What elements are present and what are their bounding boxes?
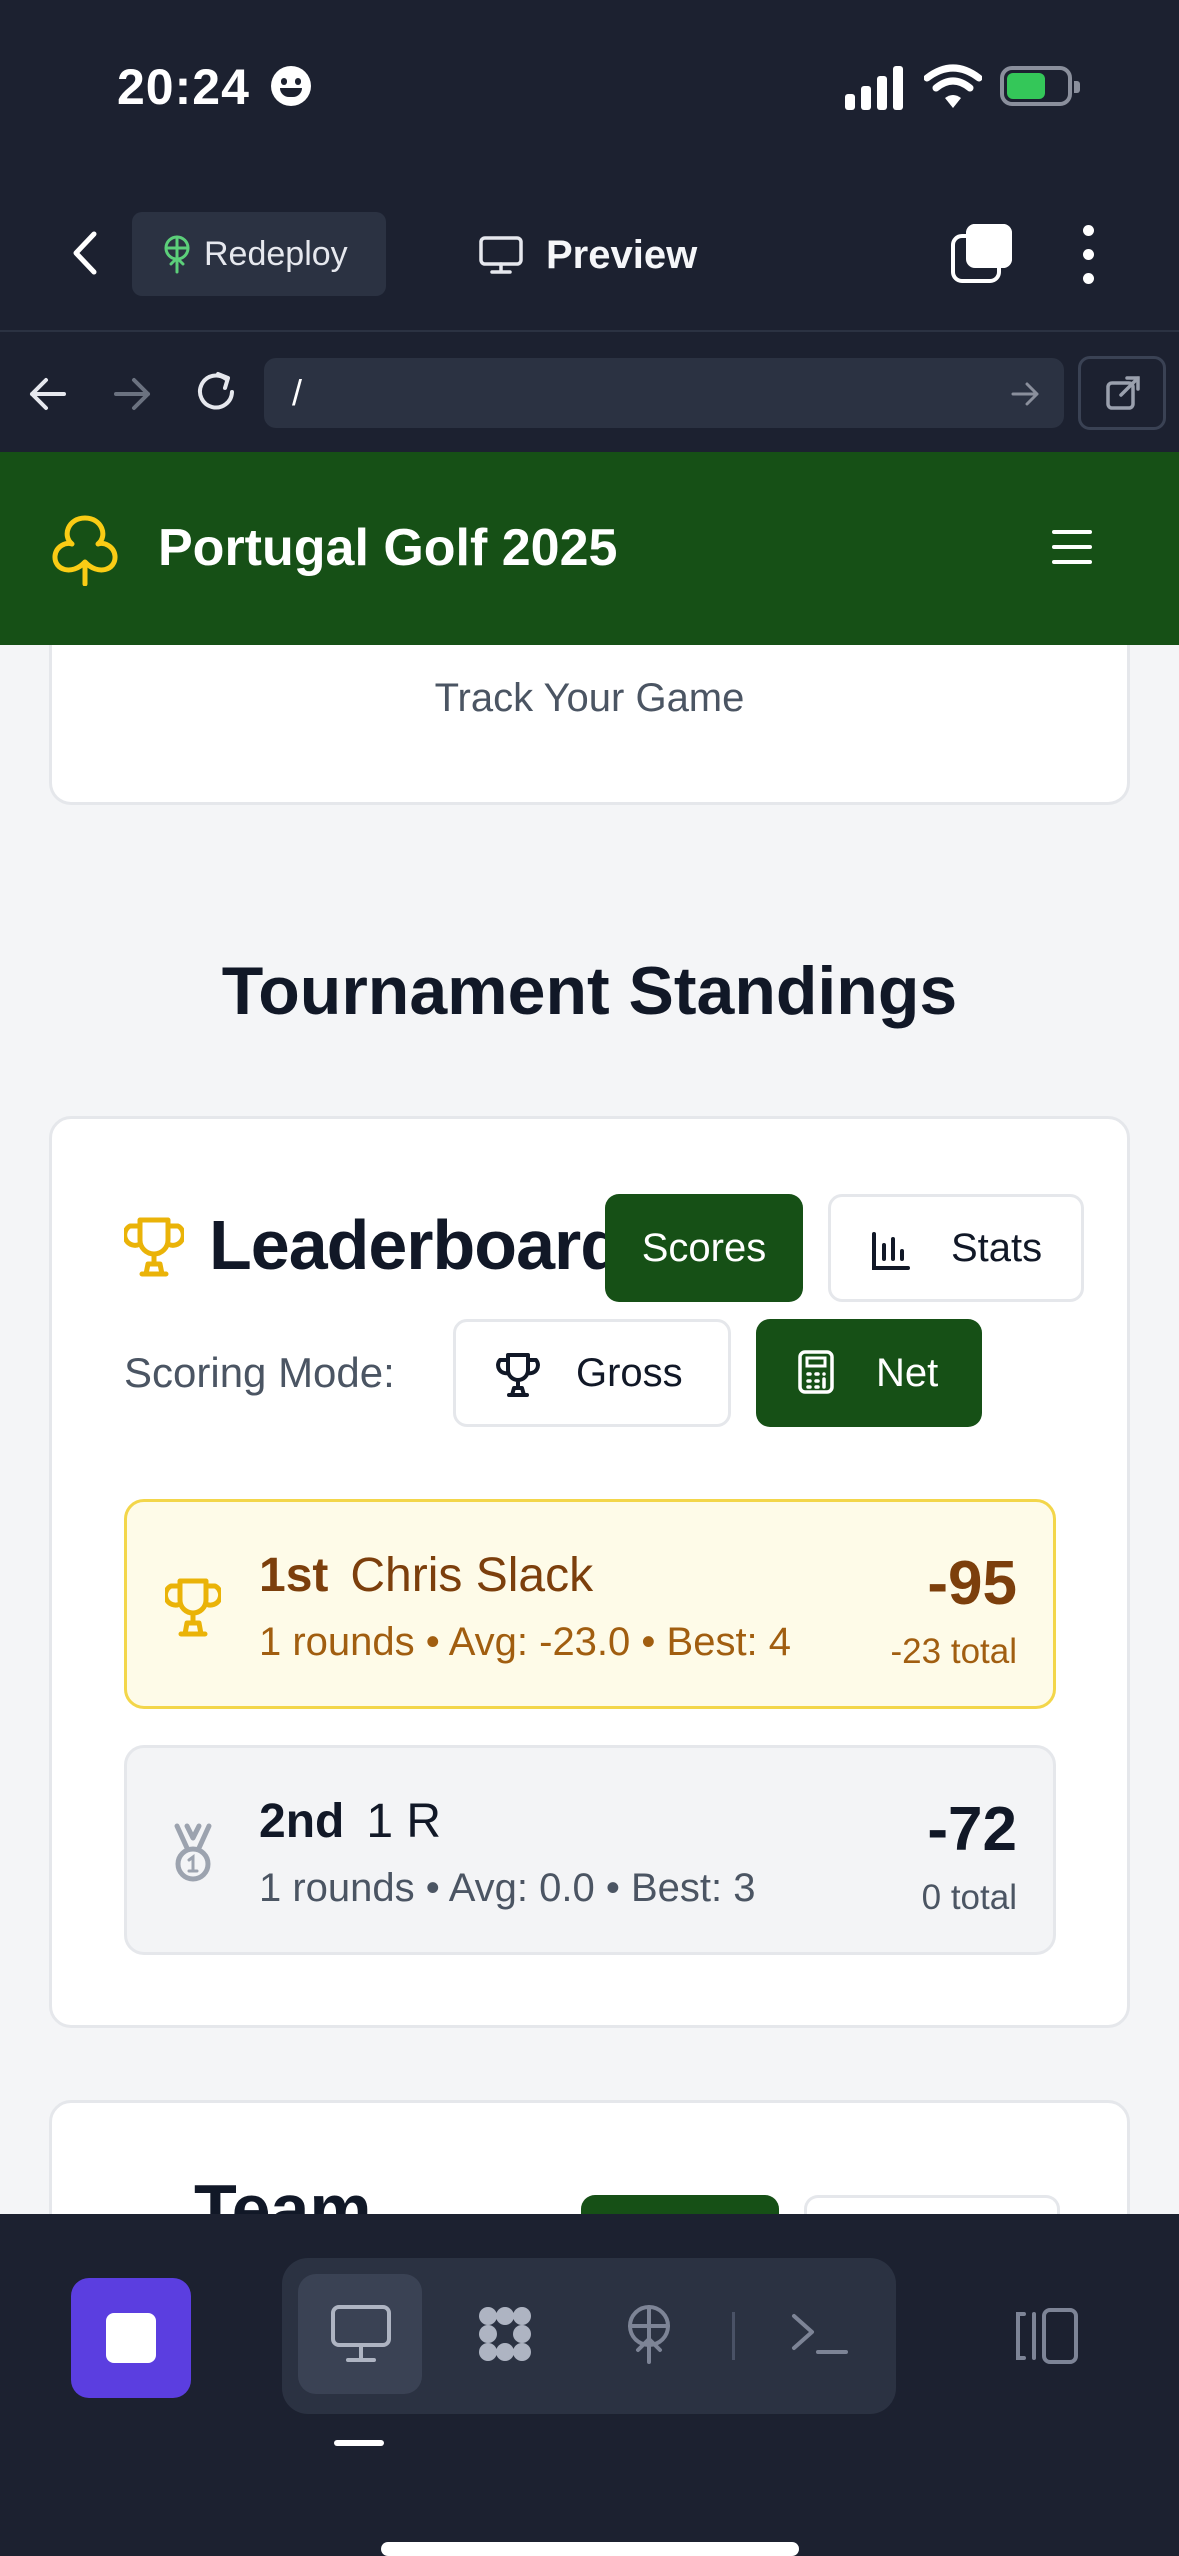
external-link-icon bbox=[1106, 376, 1140, 410]
entry-rank: 2nd bbox=[259, 1795, 345, 1848]
tool-switcher bbox=[282, 2258, 896, 2414]
net-label: Net bbox=[876, 1350, 939, 1395]
browser-back-icon[interactable] bbox=[26, 372, 70, 416]
gross-label: Gross bbox=[576, 1350, 683, 1395]
url-text: / bbox=[292, 372, 303, 413]
status-time: 20:24 bbox=[117, 59, 250, 115]
scores-label: Scores bbox=[641, 1225, 767, 1270]
status-bar: 20:24 bbox=[0, 0, 1179, 175]
active-tab-indicator bbox=[334, 2440, 384, 2446]
leaderboard-entry[interactable]: 2nd 1 R 1 rounds • Avg: 0.0 • Best: 3 -72… bbox=[124, 1745, 1056, 1955]
menu-icon[interactable] bbox=[1052, 530, 1092, 564]
go-arrow-icon[interactable] bbox=[1010, 380, 1040, 408]
url-bar[interactable]: / bbox=[264, 358, 1064, 428]
app-header: Portugal Golf 2025 bbox=[0, 452, 1179, 645]
medal-icon bbox=[174, 1823, 212, 1882]
entry-player-name: 1 R bbox=[366, 1795, 442, 1848]
preview-label: Preview bbox=[546, 232, 698, 277]
terminal-icon bbox=[792, 2314, 848, 2354]
entry-total: -23 total bbox=[890, 1632, 1017, 1671]
agent-tool-button[interactable] bbox=[442, 2274, 566, 2394]
monitor-icon bbox=[331, 2305, 391, 2362]
open-new-window-button[interactable] bbox=[1078, 356, 1166, 430]
trophy-icon bbox=[165, 1578, 221, 1637]
leaderboard-title: Leaderboard bbox=[209, 1206, 623, 1284]
entry-score: -72 bbox=[927, 1795, 1017, 1864]
calculator-icon bbox=[798, 1350, 834, 1394]
battery-icon bbox=[1000, 66, 1080, 106]
entry-meta: 1 rounds • Avg: -23.0 • Best: 4 bbox=[259, 1620, 792, 1664]
back-icon[interactable] bbox=[62, 228, 112, 278]
clover-logo-icon bbox=[52, 515, 118, 586]
reload-icon[interactable] bbox=[194, 370, 238, 414]
browser-forward-icon[interactable] bbox=[110, 372, 154, 416]
deploy-tool-button[interactable] bbox=[586, 2274, 710, 2394]
entry-name-line: 1st Chris Slack bbox=[259, 1548, 593, 1603]
entry-rank: 1st bbox=[259, 1549, 329, 1602]
deploy-icon bbox=[628, 2305, 670, 2364]
stop-button[interactable] bbox=[71, 2278, 191, 2398]
entry-total: 0 total bbox=[921, 1878, 1017, 1917]
wifi-icon bbox=[924, 64, 982, 108]
monitor-icon bbox=[479, 236, 523, 274]
trophy-icon bbox=[496, 1353, 540, 1397]
app-title: Portugal Golf 2025 bbox=[158, 519, 618, 577]
redeploy-button[interactable]: Redeploy bbox=[132, 212, 386, 296]
bottom-dock bbox=[0, 2214, 1179, 2556]
chrome-divider bbox=[0, 330, 1179, 332]
scoring-mode-label: Scoring Mode: bbox=[124, 1349, 395, 1396]
browser-chrome: 20:24 Redeploy Preview / bbox=[0, 0, 1179, 452]
net-mode-button[interactable]: Net bbox=[756, 1319, 982, 1427]
entry-player-name: Chris Slack bbox=[350, 1549, 594, 1602]
home-indicator[interactable] bbox=[381, 2542, 799, 2556]
more-options-icon[interactable] bbox=[1080, 225, 1096, 285]
redeploy-label: Redeploy bbox=[204, 234, 348, 273]
stats-label: Stats bbox=[951, 1225, 1043, 1270]
bar-chart-icon bbox=[872, 1232, 910, 1270]
preview-tool-button[interactable] bbox=[298, 2274, 422, 2394]
scores-tab-button[interactable]: Scores bbox=[605, 1194, 803, 1302]
deploy-icon bbox=[164, 235, 190, 274]
cellular-signal-icon bbox=[845, 66, 905, 110]
gross-mode-button[interactable]: Gross bbox=[453, 1319, 731, 1427]
hero-subtitle: Track Your Game bbox=[434, 676, 745, 720]
tabs-icon[interactable] bbox=[950, 222, 1014, 284]
shell-tool-button[interactable] bbox=[756, 2274, 880, 2394]
section-title: Tournament Standings bbox=[221, 953, 958, 1029]
tool-separator bbox=[732, 2312, 735, 2360]
entry-score: -95 bbox=[927, 1549, 1017, 1618]
entry-meta: 1 rounds • Avg: 0.0 • Best: 3 bbox=[259, 1866, 756, 1910]
agent-icon bbox=[479, 2307, 531, 2361]
side-panel-icon[interactable] bbox=[1010, 2306, 1080, 2366]
stats-tab-button[interactable]: Stats bbox=[828, 1194, 1084, 1302]
smiley-icon bbox=[271, 66, 311, 106]
trophy-icon bbox=[124, 1217, 184, 1277]
preview-tab[interactable]: Preview bbox=[478, 225, 697, 285]
entry-name-line: 2nd 1 R bbox=[259, 1794, 441, 1849]
leaderboard-entry[interactable]: 1st Chris Slack 1 rounds • Avg: -23.0 • B… bbox=[124, 1499, 1056, 1709]
leaderboard-card: Leaderboard Scores Stats Scoring Mode: G… bbox=[49, 1116, 1130, 2028]
